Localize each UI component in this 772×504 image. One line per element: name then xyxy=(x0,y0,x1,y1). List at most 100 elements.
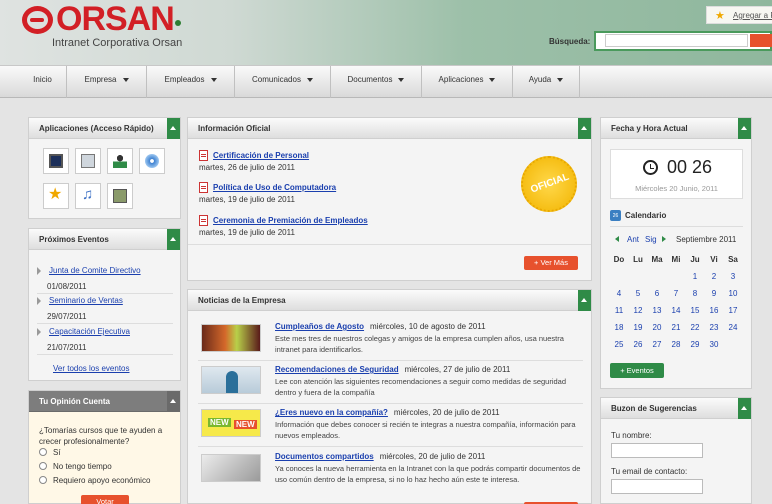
nav-label: Documentos xyxy=(347,75,393,84)
email-field[interactable] xyxy=(611,479,703,494)
calendar-day[interactable]: 21 xyxy=(667,323,685,332)
calendar-day[interactable]: 9 xyxy=(705,289,723,298)
calendar-day[interactable]: 8 xyxy=(686,289,704,298)
collapse-icon[interactable] xyxy=(167,118,180,139)
calendar-day[interactable]: 20 xyxy=(648,323,666,332)
nav-empleados[interactable]: Empleados xyxy=(147,66,235,98)
calendar-day[interactable]: 26 xyxy=(629,340,647,349)
nav-aplicaciones[interactable]: Aplicaciones xyxy=(422,66,513,98)
calendar-day[interactable]: 2 xyxy=(705,272,723,281)
add-favorites-link[interactable]: Agregar a F xyxy=(733,11,772,20)
search-label: Búsqueda: xyxy=(549,37,591,46)
nav-inicio[interactable]: Inicio xyxy=(19,66,67,98)
collapse-icon[interactable] xyxy=(738,398,751,419)
arrow-right-icon[interactable] xyxy=(662,236,666,242)
calendar-day[interactable]: 17 xyxy=(724,306,742,315)
arrow-left-icon[interactable] xyxy=(615,236,619,242)
collapse-icon[interactable] xyxy=(167,391,180,412)
calendar-day[interactable]: 10 xyxy=(724,289,742,298)
survey-radio-no-time[interactable] xyxy=(39,462,47,470)
news-link[interactable]: Documentos compartidos xyxy=(275,452,374,461)
event-link[interactable]: Junta de Comite Directivo xyxy=(49,266,141,275)
collapse-icon[interactable] xyxy=(167,229,180,250)
calendar-day[interactable]: 6 xyxy=(648,289,666,298)
calendar-day[interactable]: 12 xyxy=(629,306,647,315)
official-link[interactable]: Política de Uso de Computadora xyxy=(213,183,336,192)
event-link[interactable]: Seminario de Ventas xyxy=(49,296,123,305)
user-icon xyxy=(113,154,127,168)
calendar-day[interactable]: 3 xyxy=(724,272,742,281)
news-link[interactable]: ¿Eres nuevo en la compañía? xyxy=(275,408,388,417)
news-link[interactable]: Recomendaciones de Seguridad xyxy=(275,365,399,374)
news-panel: Noticias de la Empresa Cumpleaños de Ago… xyxy=(187,289,592,504)
collapse-icon[interactable] xyxy=(578,118,591,139)
calendar-day[interactable]: 24 xyxy=(724,323,742,332)
calendar-day[interactable]: 25 xyxy=(610,340,628,349)
collapse-icon[interactable] xyxy=(578,290,591,311)
event-link[interactable]: Capacitación Ejecutiva xyxy=(49,327,130,336)
next-month[interactable]: Sig xyxy=(645,235,657,244)
nav-documentos[interactable]: Documentos xyxy=(331,66,422,98)
name-field[interactable] xyxy=(611,443,703,458)
news-thumbnail[interactable] xyxy=(201,454,261,482)
nav-ayuda[interactable]: Ayuda xyxy=(513,66,580,98)
news-item: ¿Eres nuevo en la compañía? miércoles, 20… xyxy=(275,408,500,417)
collapse-icon[interactable] xyxy=(738,118,751,139)
official-link[interactable]: Certificación de Personal xyxy=(213,151,309,160)
calendar-day[interactable]: 27 xyxy=(648,340,666,349)
calendar-day[interactable]: 4 xyxy=(610,289,628,298)
more-button[interactable]: + Ver Más xyxy=(524,256,578,270)
add-favorites[interactable]: ★ Agregar a F xyxy=(706,6,772,24)
app-star[interactable]: ★ xyxy=(43,183,69,209)
official-link[interactable]: Ceremonia de Premiación de Empleados xyxy=(213,216,368,225)
app-calculator[interactable] xyxy=(75,148,101,174)
calendar-day[interactable]: 5 xyxy=(629,289,647,298)
prev-month[interactable]: Ant xyxy=(627,235,639,244)
calendar-label: Calendario xyxy=(625,211,667,220)
search-button[interactable] xyxy=(750,34,772,47)
calendar-day[interactable]: 13 xyxy=(648,306,666,315)
music-icon: ♫ xyxy=(82,186,94,203)
news-thumbnail[interactable] xyxy=(201,366,261,394)
calendar-day[interactable]: 11 xyxy=(610,306,628,315)
official-date: martes, 26 de julio de 2011 xyxy=(199,163,295,172)
survey-radio-support[interactable] xyxy=(39,476,47,484)
app-music[interactable]: ♫ xyxy=(75,183,101,209)
calendar-day[interactable]: 15 xyxy=(686,306,704,315)
survey-option: Sí xyxy=(53,448,61,457)
survey-radio-yes[interactable] xyxy=(39,448,47,456)
orsan-logo[interactable]: ORSAN Intranet Corporativa Orsan xyxy=(22,1,187,56)
calendar-day[interactable]: 22 xyxy=(686,323,704,332)
news-link[interactable]: Cumpleaños de Agosto xyxy=(275,322,364,331)
calendar-day-header: Mi xyxy=(671,255,681,264)
app-book[interactable] xyxy=(107,183,133,209)
news-thumbnail[interactable] xyxy=(201,324,261,352)
calendar-day-header: Lu xyxy=(633,255,643,264)
calendar-day[interactable]: 18 xyxy=(610,323,628,332)
search-input[interactable] xyxy=(605,34,748,47)
calendar-day[interactable]: 19 xyxy=(629,323,647,332)
calendar-day[interactable]: 28 xyxy=(667,340,685,349)
official-seal: OFICIAL xyxy=(521,156,577,212)
calendar-day[interactable]: 29 xyxy=(686,340,704,349)
all-events-link[interactable]: Ver todos los eventos xyxy=(53,364,130,373)
suggestions-panel: Buzon de Sugerencias Tu nombre: Tu email… xyxy=(600,397,752,504)
nav-empresa[interactable]: Empresa xyxy=(67,66,147,98)
news-thumbnail[interactable]: NEW NEW xyxy=(201,409,261,437)
calendar-day[interactable]: 14 xyxy=(667,306,685,315)
news-body: Este mes tres de nuestros colegas y amig… xyxy=(275,334,564,354)
calendar-day[interactable]: 30 xyxy=(705,340,723,349)
calendar-day[interactable]: 7 xyxy=(667,289,685,298)
calendar-day[interactable]: 16 xyxy=(705,306,723,315)
app-monitor[interactable] xyxy=(43,148,69,174)
events-button[interactable]: + Eventos xyxy=(610,363,664,378)
monitor-icon xyxy=(49,154,63,168)
app-user[interactable] xyxy=(107,148,133,174)
app-disc[interactable] xyxy=(139,148,165,174)
calendar-day[interactable]: 1 xyxy=(686,272,704,281)
calendar-day[interactable]: 23 xyxy=(705,323,723,332)
divider xyxy=(188,244,591,245)
vote-button[interactable]: Votar xyxy=(81,495,129,504)
nav-comunicados[interactable]: Comunicados xyxy=(235,66,331,98)
news-item: Cumpleaños de Agosto miércoles, 10 de ago… xyxy=(275,322,486,331)
